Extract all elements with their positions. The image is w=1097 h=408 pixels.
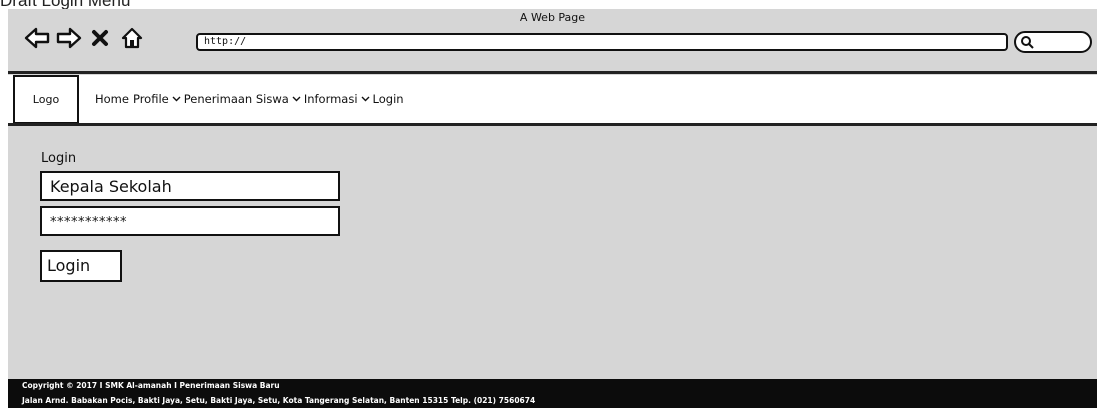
- nav-item-label: Penerimaan Siswa: [183, 92, 289, 106]
- nav-item-penerimaan-siswa[interactable]: Penerimaan Siswa: [184, 92, 304, 106]
- navbar-divider: [8, 123, 1097, 126]
- footer-copyright: Copyright © 2017 I SMK Al-amanah I Pener…: [22, 381, 280, 390]
- site-navbar: Logo Home Profile Penerimaan Siswa Infor…: [8, 75, 1097, 124]
- home-icon[interactable]: [120, 26, 144, 50]
- password-value: ***********: [50, 215, 127, 230]
- chevron-down-icon: [361, 96, 370, 102]
- username-value: Kepala Sekolah: [50, 177, 172, 196]
- nav-item-informasi[interactable]: Informasi: [304, 92, 373, 106]
- address-text: http://: [204, 36, 247, 47]
- window-title: A Web Page: [519, 11, 586, 24]
- address-bar[interactable]: http://: [196, 33, 1008, 51]
- nav-item-label: Profile: [132, 92, 169, 106]
- nav-item-label: Login: [372, 92, 404, 106]
- forward-arrow-icon[interactable]: [56, 26, 82, 50]
- nav-item-label: Home: [95, 92, 129, 106]
- footer-address: Jalan Arnd. Babakan Pocis, Bakti Jaya, S…: [22, 396, 536, 405]
- login-button[interactable]: Login: [40, 250, 122, 282]
- chevron-down-icon: [292, 96, 301, 102]
- chrome-divider: [8, 71, 1097, 74]
- search-icon: [1021, 36, 1034, 49]
- password-field[interactable]: ***********: [40, 206, 340, 236]
- nav-item-profile[interactable]: Profile: [133, 92, 184, 106]
- site-footer: Copyright © 2017 I SMK Al-amanah I Pener…: [8, 379, 1097, 408]
- close-icon[interactable]: [89, 26, 111, 50]
- main-menu: Home Profile Penerimaan Siswa Informasi …: [95, 92, 404, 106]
- back-arrow-icon[interactable]: [24, 26, 50, 50]
- nav-item-label: Informasi: [303, 92, 358, 106]
- chevron-down-icon: [172, 96, 181, 102]
- nav-item-login[interactable]: Login: [373, 92, 404, 106]
- username-field[interactable]: Kepala Sekolah: [40, 171, 340, 201]
- browser-chrome: A Web Page http://: [8, 9, 1097, 73]
- nav-item-home[interactable]: Home: [95, 92, 129, 106]
- wireframe-mockup: A Web Page http:// Logo Home Profile Pen…: [8, 9, 1097, 408]
- site-logo[interactable]: Logo: [13, 75, 79, 124]
- browser-search-box[interactable]: [1014, 31, 1092, 53]
- login-heading: Login: [41, 151, 77, 166]
